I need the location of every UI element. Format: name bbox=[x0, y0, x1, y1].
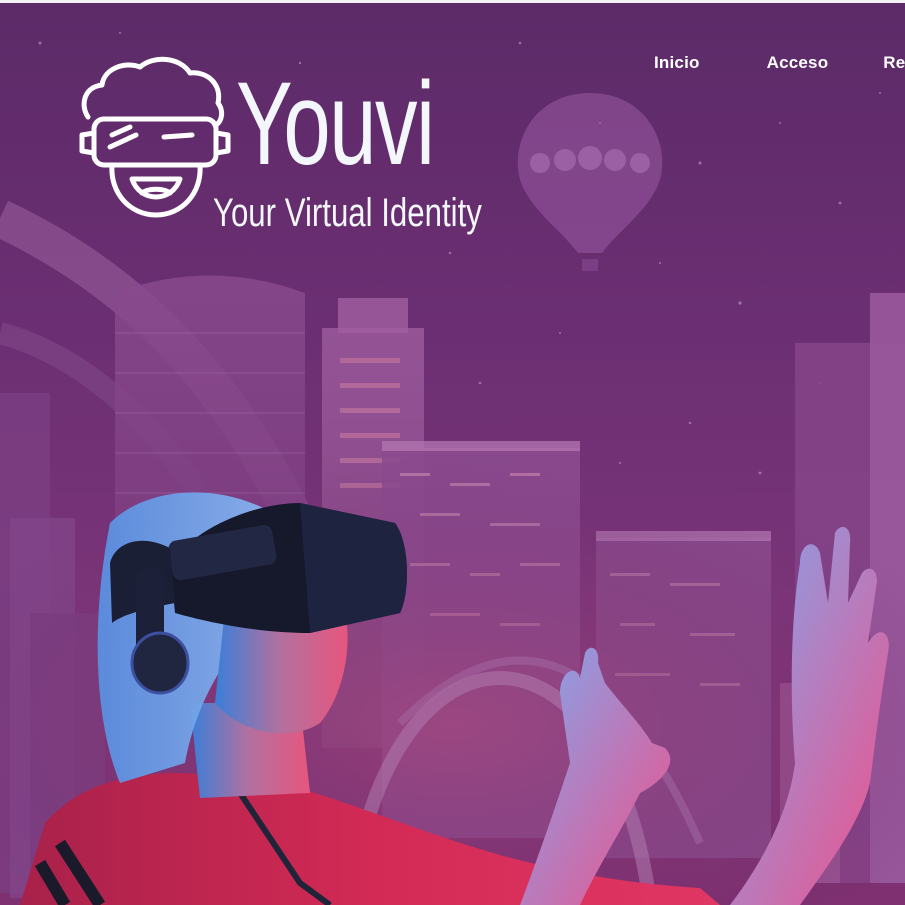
hero-section: Youvi Your Virtual Identity Inicio Acces… bbox=[0, 3, 905, 905]
vr-woman-image bbox=[20, 492, 889, 905]
